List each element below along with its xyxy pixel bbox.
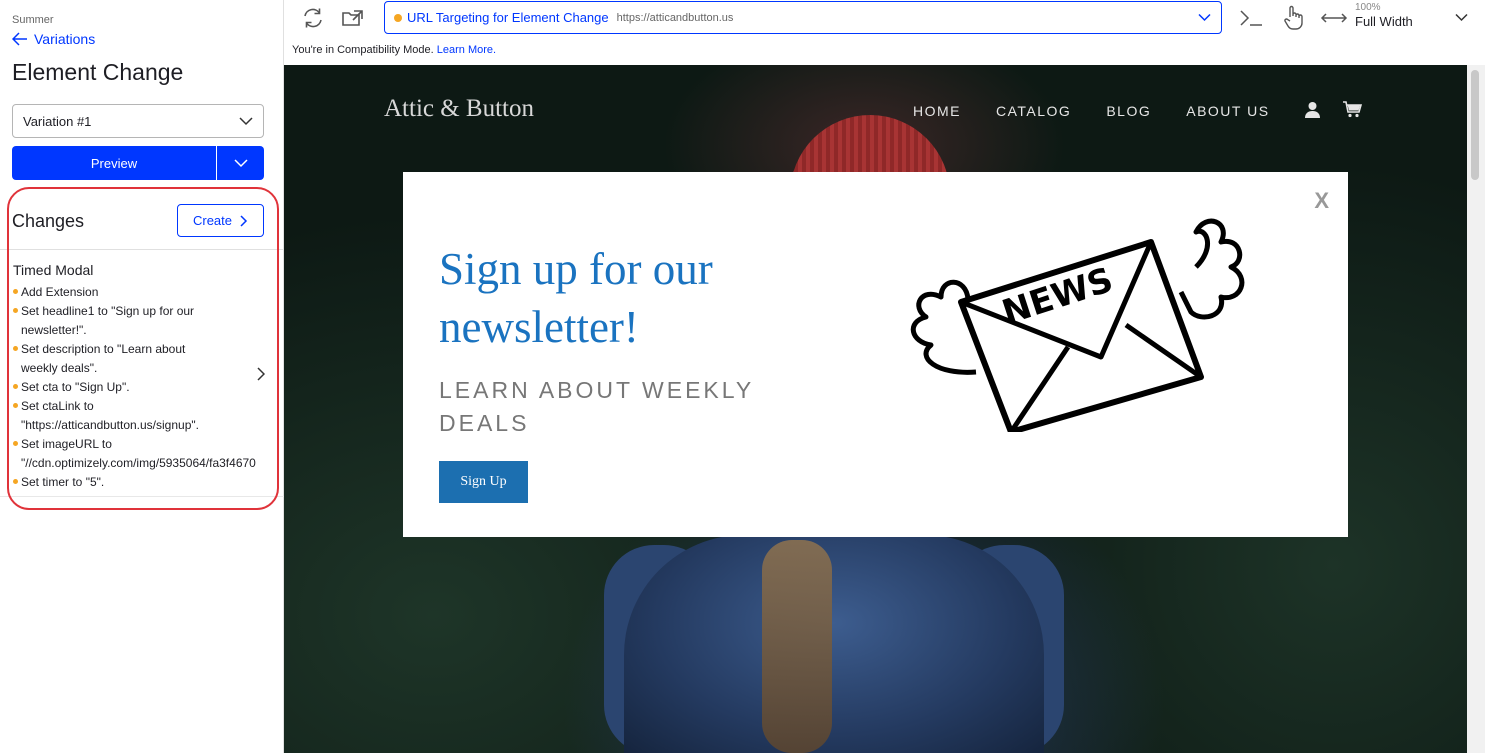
viewport-select[interactable]: 100% Full Width	[1355, 2, 1413, 29]
change-details-list: Add Extension Set headline1 to "Sign up …	[13, 283, 281, 492]
change-detail: Set timer to "5".	[13, 473, 281, 492]
chevron-right-icon	[240, 214, 248, 227]
cart-icon[interactable]	[1342, 101, 1362, 118]
hero-image-hair	[762, 540, 832, 753]
create-change-button[interactable]: Create	[177, 204, 264, 237]
change-detail: Set cta to "Sign Up".	[13, 378, 281, 397]
change-detail: Add Extension	[13, 283, 281, 302]
change-title: Timed Modal	[13, 262, 94, 278]
change-item-timed-modal[interactable]: Timed Modal Add Extension Set headline1 …	[0, 251, 284, 497]
site-nav-home[interactable]: HOME	[913, 103, 961, 119]
changes-header: Changes Create	[0, 196, 284, 250]
page-title: Element Change	[12, 59, 184, 85]
back-link-label: Variations	[34, 31, 96, 47]
change-detail: Set ctaLink to "https://atticandbutton.u…	[13, 397, 281, 435]
learn-more-link[interactable]: Learn More.	[437, 44, 496, 56]
project-name: Summer	[12, 14, 54, 26]
create-button-label: Create	[192, 213, 233, 228]
change-detail: Set description to "Learn about weekly d…	[13, 340, 281, 378]
url-targeting-name: URL Targeting for Element Change	[407, 10, 609, 25]
chevron-down-icon	[239, 117, 253, 126]
compatibility-mode-notice: You're in Compatibility Mode. Learn More…	[292, 44, 496, 56]
terminal-icon	[1240, 10, 1262, 26]
arrow-left-icon	[12, 32, 27, 46]
chevron-down-icon	[1198, 13, 1211, 22]
site-nav-blog[interactable]: BLOG	[1106, 103, 1151, 119]
open-external-icon	[342, 10, 363, 26]
zoom-level: 100%	[1355, 2, 1381, 13]
refresh-icon	[304, 8, 322, 28]
interactive-mode-button[interactable]	[1280, 4, 1306, 32]
site-logo[interactable]: Attic & Button	[384, 95, 534, 123]
chevron-down-icon	[233, 159, 248, 168]
open-in-new-window-button[interactable]	[340, 6, 366, 30]
preview-button-group: Preview	[12, 146, 264, 180]
preview-options-button[interactable]	[217, 146, 264, 180]
refresh-button[interactable]	[300, 6, 326, 30]
url-address: https://atticandbutton.us	[616, 11, 734, 24]
scrollbar-thumb[interactable]	[1471, 70, 1479, 180]
site-nav-about-us[interactable]: ABOUT US	[1186, 103, 1269, 119]
site-nav-catalog[interactable]: CATALOG	[996, 103, 1071, 119]
site-nav: HOME CATALOG BLOG ABOUT US	[913, 103, 1270, 119]
url-targeting-select[interactable]: URL Targeting for Element Change https:/…	[384, 1, 1222, 34]
chevron-down-icon[interactable]	[1455, 13, 1468, 22]
resize-horizontal-icon	[1320, 13, 1348, 23]
modal-signup-button[interactable]: Sign Up	[439, 461, 528, 503]
newsletter-modal: X Sign up for our newsletter! LEARN ABOU…	[403, 172, 1348, 537]
modal-description: LEARN ABOUT WEEKLY DEALS	[439, 377, 754, 436]
variation-select-value: Variation #1	[23, 113, 92, 129]
editor-sidebar: Summer Variations Element Change Variati…	[0, 0, 284, 753]
change-detail: Set imageURL to "//cdn.optimizely.com/im…	[13, 435, 281, 473]
back-to-variations-link[interactable]: Variations	[12, 31, 95, 47]
modal-headline: Sign up for our newsletter!	[439, 244, 713, 352]
user-icon[interactable]	[1304, 101, 1321, 118]
status-dot	[394, 13, 402, 22]
changes-title: Changes	[12, 211, 85, 231]
compatibility-text: You're in Compatibility Mode.	[292, 44, 434, 56]
viewport-width-button[interactable]	[1320, 8, 1348, 28]
preview-scrollbar[interactable]	[1467, 65, 1485, 753]
hero-image-jacket	[624, 535, 1044, 753]
viewport-mode: Full Width	[1355, 14, 1413, 29]
console-button[interactable]	[1238, 6, 1264, 30]
chevron-right-icon	[257, 367, 265, 381]
change-detail: Set headline1 to "Sign up for our newsle…	[13, 302, 281, 340]
newsletter-envelope-image: NEWS	[911, 218, 1245, 432]
editor-toolbar: URL Targeting for Element Change https:/…	[284, 0, 1485, 40]
preview-button[interactable]: Preview	[12, 146, 216, 180]
variation-select[interactable]: Variation #1	[12, 104, 264, 138]
modal-close-button[interactable]: X	[1314, 188, 1329, 214]
hand-pointer-icon	[1284, 5, 1303, 30]
